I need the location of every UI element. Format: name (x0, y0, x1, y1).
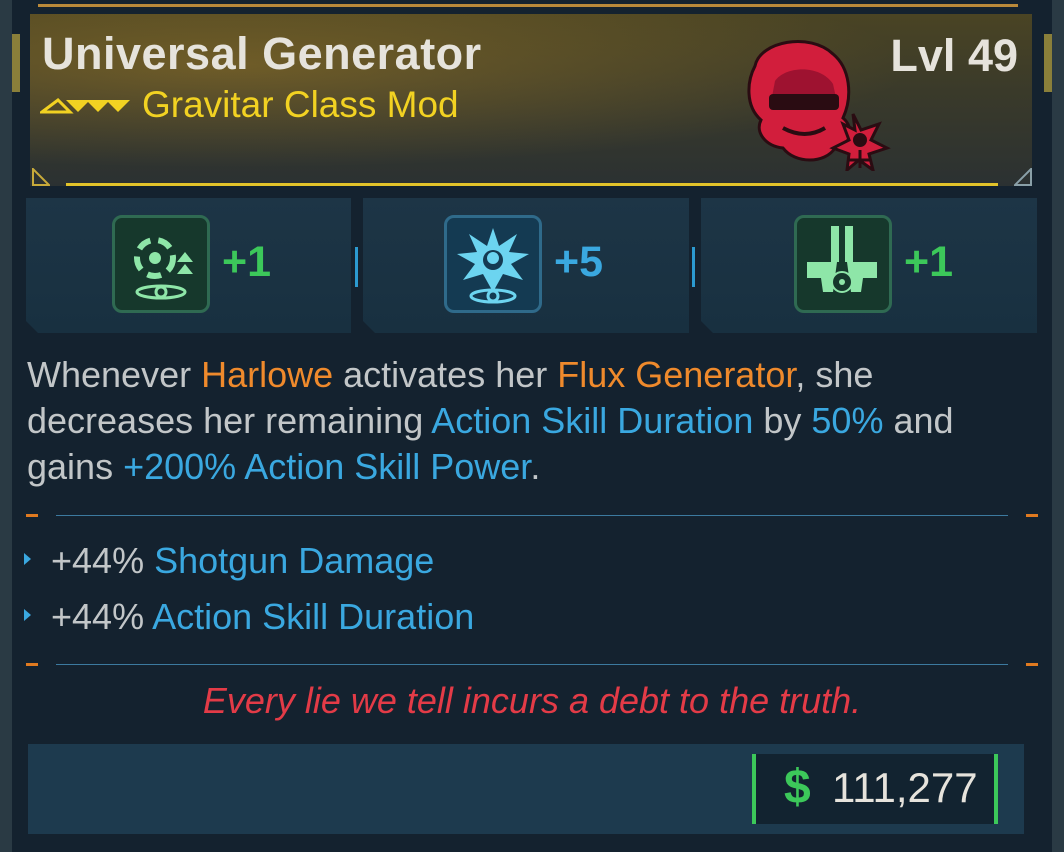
skill-divider-2 (692, 247, 695, 287)
item-level: Lvl 49 (890, 30, 1018, 81)
separator-line (56, 664, 1008, 665)
item-type: Gravitar Class Mod (142, 84, 459, 125)
harlowe-portrait-icon (747, 40, 891, 171)
header-divider (66, 183, 998, 186)
burst-skill-icon[interactable] (444, 215, 542, 313)
stat-arrow-icon (24, 609, 31, 622)
right-edge-tab (1044, 34, 1052, 92)
radiation-pistols-skill-icon[interactable] (794, 215, 892, 313)
currency-icon: $ (784, 761, 811, 814)
skill-divider-1 (355, 247, 358, 287)
separator-dash-left (26, 514, 38, 517)
corner-triangle-left (32, 168, 50, 186)
skill-1-value: +1 (222, 238, 272, 286)
item-description: Whenever Harlowe activates her Flux Gene… (27, 354, 954, 487)
corner-triangle-right (1014, 168, 1032, 186)
action-skill-name: Flux Generator (557, 354, 796, 395)
character-name: Harlowe (201, 354, 334, 395)
item-price: 111,277 (832, 764, 978, 811)
flavor-text: Every lie we tell incurs a debt to the t… (202, 680, 862, 721)
separator-dash-left (26, 663, 38, 666)
stat-row: +44% Shotgun Damage (24, 540, 434, 582)
separator-line (56, 515, 1008, 516)
rarity-chevrons-icon (40, 98, 130, 114)
skill-2-value: +5 (554, 238, 604, 286)
left-edge-tab (12, 34, 20, 92)
separator-dash-right (1026, 663, 1038, 666)
stat-arrow-icon (24, 553, 31, 566)
separator-dash-right (1026, 514, 1038, 517)
gravity-swirl-skill-icon[interactable] (112, 215, 210, 313)
card-top-border (38, 4, 1018, 7)
stat-row: +44% Action Skill Duration (24, 596, 474, 638)
skill-3-value: +1 (904, 238, 954, 286)
item-name: Universal Generator (42, 28, 482, 79)
